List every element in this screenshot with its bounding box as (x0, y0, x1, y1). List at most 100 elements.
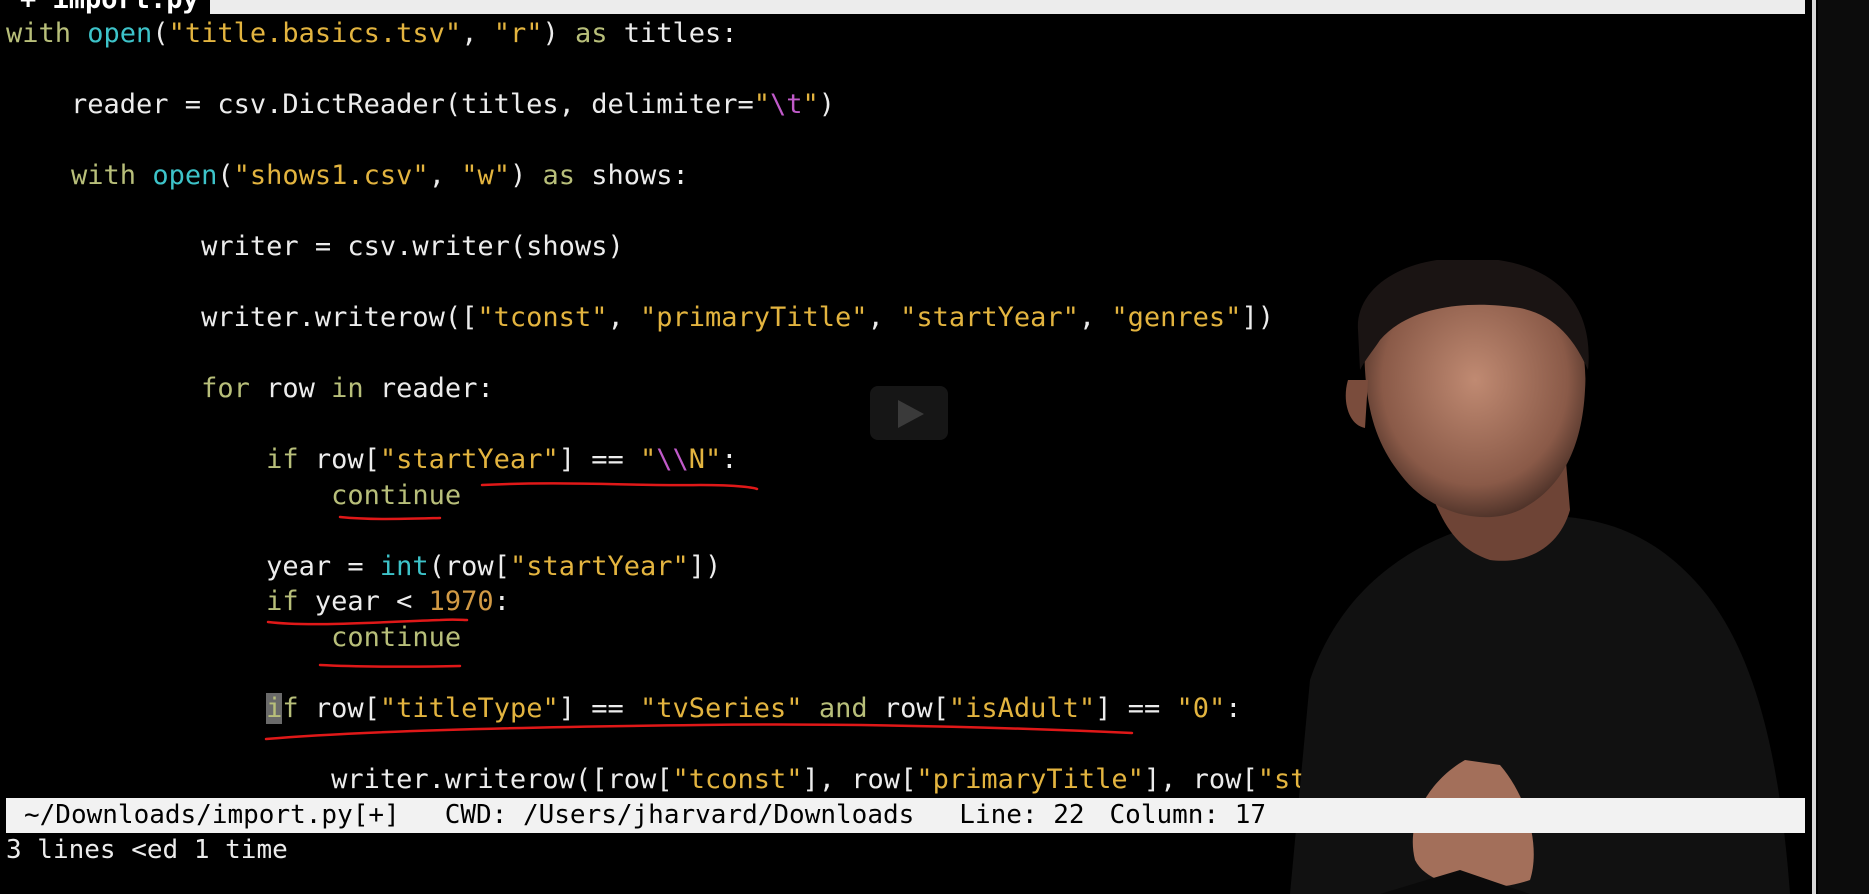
tab-bar-fill (210, 0, 1805, 14)
code-token: as (575, 18, 608, 49)
code-token: i (266, 692, 283, 724)
code-line[interactable]: with open("shows1.csv", "w") as shows: (6, 158, 1339, 194)
code-token: ( (217, 160, 234, 191)
code-token: , (607, 302, 640, 333)
code-token: , (1078, 302, 1112, 333)
code-line[interactable] (6, 52, 1339, 88)
command-message-line: 3 lines <ed 1 time (6, 835, 288, 865)
code-token: writer.writerow([ (6, 302, 478, 333)
code-token: titles: (607, 18, 738, 49)
code-line[interactable] (6, 123, 1339, 159)
video-play-overlay[interactable] (870, 386, 948, 440)
code-editor[interactable]: with open("title.basics.tsv", "r") as ti… (6, 16, 1339, 797)
code-token: , (867, 302, 901, 333)
code-token: "isAdult" (948, 692, 1096, 724)
code-line[interactable] (6, 194, 1339, 230)
code-line[interactable] (6, 407, 1339, 443)
code-line[interactable]: reader = csv.DictReader(titles, delimite… (6, 87, 1339, 123)
status-column-number: Column: 17 (1109, 800, 1267, 830)
code-token: "r" (493, 18, 543, 49)
status-file-path: ~/Downloads/import.py[+] (24, 800, 400, 830)
code-line[interactable] (6, 513, 1339, 549)
lecture-video-frame: + import.py with open("title.basics.tsv"… (0, 0, 1869, 894)
play-icon (898, 400, 924, 428)
code-token: ] == (1095, 692, 1177, 724)
code-token: ) (818, 89, 836, 120)
code-token: : (493, 586, 510, 617)
code-line[interactable]: continue (6, 478, 1339, 514)
code-token: "startYear" (900, 302, 1079, 333)
code-token: "titleType" (379, 692, 559, 724)
code-token: writer.writerow([row[ (6, 763, 673, 795)
code-token: with (71, 160, 153, 191)
code-line[interactable] (6, 726, 1339, 762)
code-token: " (753, 89, 771, 120)
code-token: "tvSeries" (640, 692, 803, 724)
code-line[interactable]: with open("title.basics.tsv", "r") as ti… (6, 16, 1339, 52)
code-token: "tconst" (672, 763, 803, 795)
code-line[interactable]: writer.writerow(["tconst", "primaryTitle… (6, 300, 1339, 336)
code-token: ) (509, 160, 543, 191)
code-token: open (87, 18, 153, 49)
code-token: ] == (558, 692, 640, 724)
code-line[interactable]: if row["startYear"] == "\\N": (6, 442, 1339, 478)
code-token: if (266, 444, 299, 475)
code-token: "0" (1176, 692, 1226, 724)
code-token: if (266, 586, 299, 617)
code-token: row (249, 373, 332, 404)
code-token: ( (152, 18, 169, 49)
code-token: (row[ (428, 550, 510, 582)
status-bar: ~/Downloads/import.py[+] CWD: /Users/jhar… (6, 798, 1805, 833)
code-token: as (542, 160, 576, 191)
code-token: , (428, 160, 462, 191)
code-token: in (331, 373, 364, 404)
code-token: open (152, 160, 218, 191)
code-line[interactable] (6, 655, 1339, 691)
code-token: continue (331, 479, 462, 511)
code-line[interactable]: if year < 1970: (6, 584, 1339, 620)
code-token: f (282, 692, 299, 724)
code-line[interactable]: writer.writerow([row["tconst"], row["pri… (6, 762, 1339, 798)
tab-import-py[interactable]: + import.py (20, 0, 199, 14)
code-token: "primaryTitle" (916, 763, 1144, 795)
code-line[interactable] (6, 265, 1339, 301)
code-token: : (721, 444, 738, 475)
code-token: for (201, 373, 250, 404)
code-token: with (6, 18, 88, 49)
code-token: reader = csv.DictReader(titles, delimite… (6, 89, 754, 120)
code-token: continue (331, 621, 462, 653)
window-divider (1812, 0, 1816, 894)
code-token: row[ (298, 692, 380, 724)
code-token: year = (6, 550, 380, 582)
code-token: "tconst" (477, 302, 608, 333)
code-token: "startYear" (509, 550, 689, 582)
code-line[interactable]: writer = csv.writer(shows) (6, 229, 1339, 265)
code-token: int (379, 550, 429, 582)
status-cwd: CWD: /Users/jharvard/Downloads (444, 800, 915, 830)
code-token: writer = csv.writer(shows) (6, 231, 624, 262)
code-token: row[ (298, 444, 380, 475)
code-token: ]) (688, 550, 722, 582)
code-token: " (802, 89, 819, 120)
code-token: reader: (363, 373, 494, 404)
code-token: and (818, 692, 868, 724)
code-line[interactable]: if row["titleType"] == "tvSeries" and ro… (6, 691, 1339, 727)
code-token: \\ (656, 444, 689, 475)
code-token: N" (688, 444, 722, 475)
code-token: ) (542, 18, 575, 49)
code-token: row[ (867, 692, 949, 724)
status-line-number: Line: 22 (959, 800, 1085, 830)
code-token: "primaryTitle" (639, 302, 868, 333)
code-token: 1970 (428, 586, 494, 617)
code-line[interactable]: year = int(row["startYear"]) (6, 549, 1339, 585)
code-token: " (639, 444, 657, 475)
code-line[interactable]: for row in reader: (6, 371, 1339, 407)
code-line[interactable] (6, 336, 1339, 372)
code-token: "w" (461, 160, 510, 191)
code-line[interactable]: continue (6, 620, 1339, 656)
